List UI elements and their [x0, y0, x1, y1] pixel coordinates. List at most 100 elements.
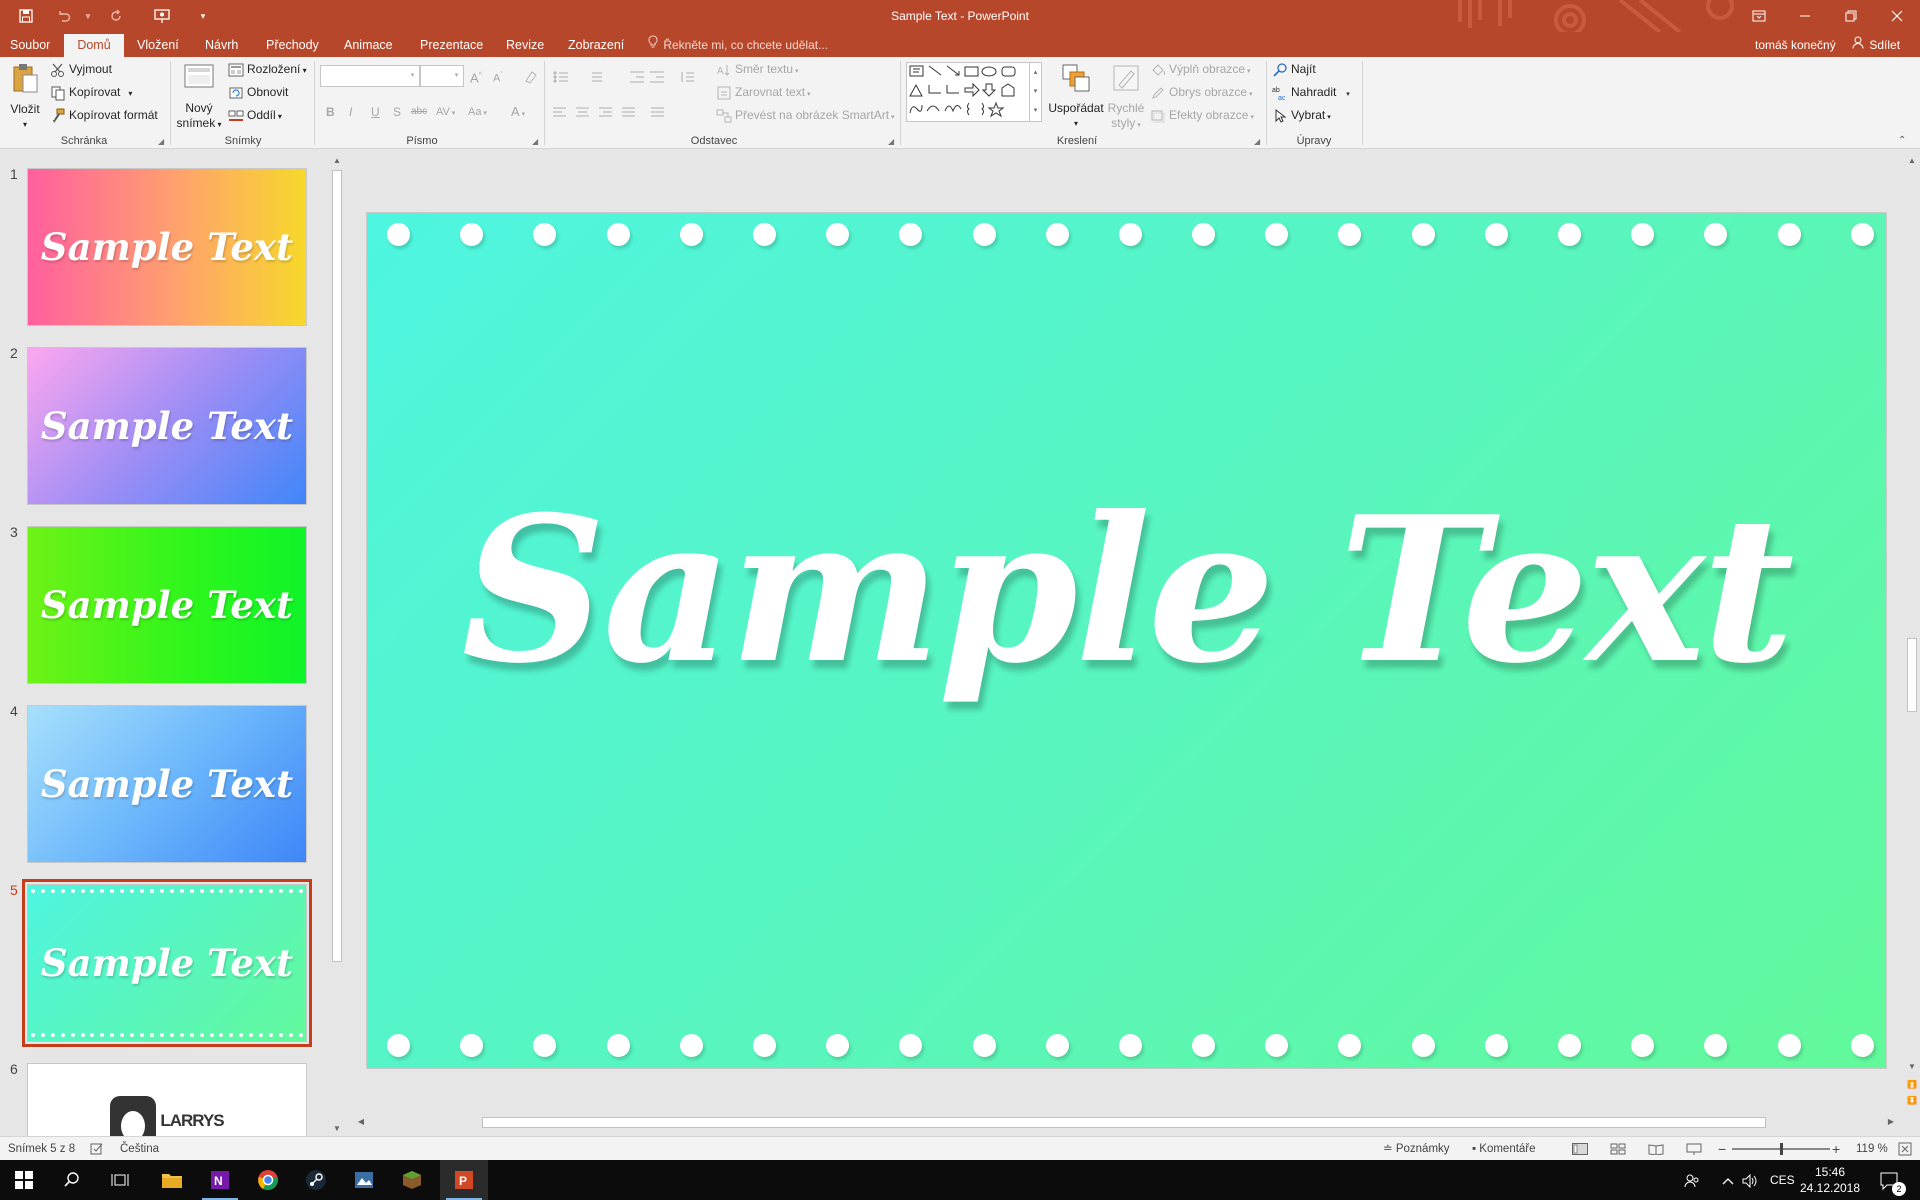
show-hidden-icons-icon[interactable]	[1722, 1160, 1734, 1200]
zoom-slider[interactable]	[1732, 1143, 1830, 1155]
italic-button[interactable]: I	[349, 101, 352, 123]
change-case-button[interactable]: Aa ▾	[468, 101, 487, 123]
scroll-left-icon[interactable]: ◀	[354, 1114, 368, 1130]
font-color-button[interactable]: A ▾	[511, 101, 525, 123]
bold-button[interactable]: B	[326, 101, 335, 123]
copy-button[interactable]: Kopírovat ▾	[50, 81, 132, 103]
cut-button[interactable]: Vyjmout	[50, 58, 112, 80]
tab-soubor[interactable]: Soubor	[0, 34, 60, 57]
strikethrough-button[interactable]: abc	[411, 101, 427, 123]
search-icon[interactable]	[48, 1160, 96, 1200]
scroll-down-icon[interactable]: ▼	[330, 1122, 344, 1136]
user-name[interactable]: tomáš konečný	[1755, 34, 1836, 57]
slide-sorter-icon[interactable]	[1610, 1137, 1626, 1161]
tab-zobrazeni[interactable]: Zobrazení	[558, 34, 634, 57]
customize-toolbar-icon[interactable]: ▾	[190, 0, 216, 32]
editor-horizontal-scrollbar[interactable]: ◀ ▶	[352, 1114, 1904, 1130]
zoom-level[interactable]: 119 %	[1856, 1137, 1888, 1161]
current-slide[interactable]: Sample Text	[366, 212, 1887, 1069]
tab-domu[interactable]: Domů	[64, 34, 124, 57]
share-button[interactable]: Sdílet	[1852, 34, 1900, 57]
shadow-button[interactable]: S	[393, 101, 401, 123]
steam-icon[interactable]	[292, 1160, 340, 1200]
section-button[interactable]: Oddíl ▾	[228, 104, 282, 126]
paragraph-dialog-launcher-icon[interactable]: ◢	[888, 137, 898, 147]
shape-fill-button[interactable]: Výplň obrazce ▾	[1150, 58, 1251, 80]
new-slide-button[interactable]: Nový snímek ▾	[176, 61, 222, 131]
fit-to-window-icon[interactable]	[1898, 1137, 1912, 1161]
chrome-icon[interactable]	[244, 1160, 292, 1200]
comments-button[interactable]: ▪ Komentáře	[1472, 1137, 1536, 1161]
next-slide-icon[interactable]: ⏬	[1904, 1094, 1920, 1108]
find-button[interactable]: Najít	[1272, 58, 1316, 80]
editor-hscroll-thumb[interactable]	[482, 1117, 1766, 1128]
start-presentation-icon[interactable]	[144, 0, 180, 32]
format-painter-button[interactable]: Kopírovat formát	[50, 104, 158, 126]
grow-font-button[interactable]: A^	[470, 65, 482, 87]
underline-button[interactable]: U	[371, 101, 380, 123]
convert-smartart-button[interactable]: Převést na obrázek SmartArt ▾	[716, 104, 895, 126]
drawing-dialog-launcher-icon[interactable]: ◢	[1254, 137, 1264, 147]
spell-check-icon[interactable]	[90, 1137, 104, 1161]
slide-thumbnail-2[interactable]: Sample Text	[27, 347, 307, 505]
scroll-down-icon[interactable]: ▼	[1904, 1060, 1920, 1074]
minimize-button[interactable]	[1782, 0, 1828, 32]
slide-title-text[interactable]: Sample Text	[367, 473, 1886, 708]
shape-outline-button[interactable]: Obrys obrazce ▾	[1150, 81, 1253, 103]
paste-button[interactable]: Vložit ▾	[6, 61, 44, 131]
shape-effects-button[interactable]: Efekty obrazce ▾	[1150, 104, 1254, 126]
slide-thumbnail-5[interactable]: Sample Text	[22, 879, 312, 1047]
slide-thumbnail-1[interactable]: Sample Text	[27, 168, 307, 326]
align-text-button[interactable]: Zarovnat text ▾	[716, 81, 811, 103]
scroll-right-icon[interactable]: ▶	[1884, 1114, 1898, 1130]
tab-revize[interactable]: Revize	[496, 34, 554, 57]
undo-icon[interactable]	[46, 0, 82, 32]
zoom-in-button[interactable]: +	[1832, 1137, 1840, 1161]
zoom-slider-thumb[interactable]	[1780, 1143, 1783, 1155]
thumbnails-scrollbar[interactable]: ▲ ▼	[330, 150, 344, 1140]
layout-button[interactable]: Rozložení ▾	[228, 58, 307, 80]
tab-vlozeni[interactable]: Vložení	[127, 34, 189, 57]
ribbon-display-options-icon[interactable]	[1736, 0, 1782, 32]
slide-thumbnail-4[interactable]: Sample Text	[27, 705, 307, 863]
normal-view-icon[interactable]	[1572, 1137, 1588, 1161]
powerpoint-icon[interactable]: P	[440, 1160, 488, 1200]
notes-button[interactable]: ≐ Poznámky	[1383, 1137, 1450, 1161]
volume-icon[interactable]	[1742, 1160, 1758, 1200]
slide-thumbnail-6[interactable]: LARRYS	[27, 1063, 307, 1140]
font-size-dropdown-icon[interactable]: ▾	[450, 65, 464, 87]
shapes-gallery-scroll[interactable]: ▴ ▾ ▾	[1029, 63, 1041, 121]
list-and-indent-icons[interactable]	[552, 69, 712, 85]
onenote-icon[interactable]: N	[196, 1160, 244, 1200]
character-spacing-button[interactable]: AV ▾	[436, 101, 455, 123]
copy-dropdown-icon[interactable]: ▾	[128, 89, 132, 98]
task-view-icon[interactable]	[96, 1160, 144, 1200]
image-editor-app-icon[interactable]	[340, 1160, 388, 1200]
shapes-gallery[interactable]: ▴ ▾ ▾	[906, 62, 1042, 122]
replace-button[interactable]: ab ac Nahradit ▾	[1272, 81, 1350, 103]
language-indicator[interactable]: Čeština	[120, 1137, 159, 1161]
thumbnails-scroll-thumb[interactable]	[332, 170, 342, 962]
reading-view-icon[interactable]	[1648, 1137, 1664, 1161]
font-family-dropdown-icon[interactable]: ▾	[406, 65, 420, 87]
editor-scroll-thumb[interactable]	[1907, 638, 1917, 712]
slideshow-view-icon[interactable]	[1686, 1137, 1702, 1161]
slide-thumbnail-3[interactable]: Sample Text	[27, 526, 307, 684]
tab-animace[interactable]: Animace	[334, 34, 403, 57]
clipboard-dialog-launcher-icon[interactable]: ◢	[158, 137, 168, 147]
shrink-font-button[interactable]: Aˇ	[493, 65, 503, 87]
reset-button[interactable]: Obnovit	[228, 81, 288, 103]
zoom-out-button[interactable]: −	[1718, 1137, 1726, 1161]
collapse-ribbon-icon[interactable]: ⌃	[1898, 135, 1906, 146]
font-dialog-launcher-icon[interactable]: ◢	[532, 137, 542, 147]
windows-start-icon[interactable]	[0, 1160, 48, 1200]
quick-styles-button[interactable]: Rychlé styly ▾	[1106, 61, 1146, 135]
alignment-icons[interactable]	[552, 105, 682, 121]
select-button[interactable]: Vybrat ▾	[1272, 104, 1331, 126]
tab-prezentace[interactable]: Prezentace	[410, 34, 493, 57]
clear-formatting-icon[interactable]	[522, 65, 541, 87]
editor-vertical-scrollbar[interactable]: ▲ ▼ ⏫ ⏬	[1904, 150, 1920, 1118]
scroll-up-icon[interactable]: ▲	[330, 154, 344, 168]
previous-slide-icon[interactable]: ⏫	[1904, 1078, 1920, 1092]
system-clock[interactable]: 15:46 24.12.2018	[1790, 1164, 1870, 1196]
